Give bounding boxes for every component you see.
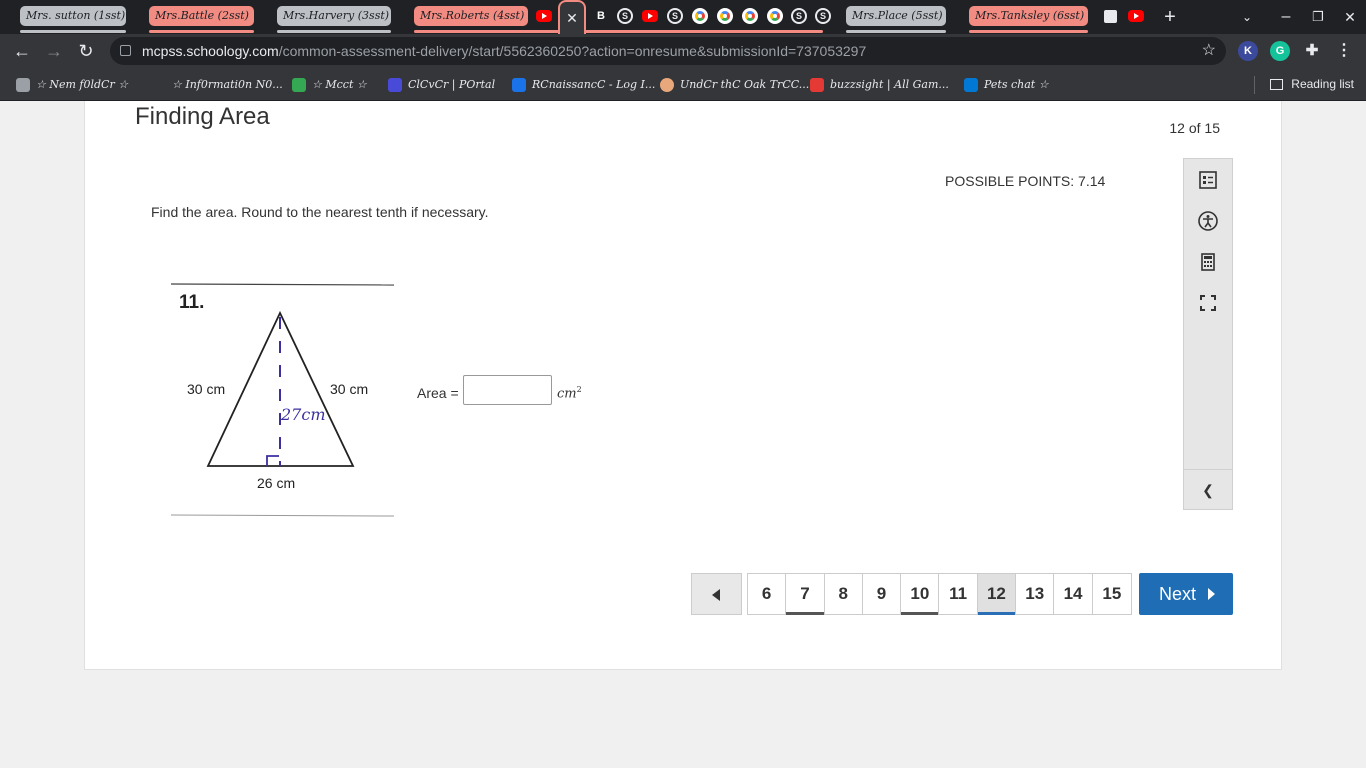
bold-b-icon[interactable]: B	[593, 8, 609, 24]
youtube-icon[interactable]	[642, 10, 658, 22]
tab-group-underline	[149, 30, 254, 33]
triangle-figure: 11. 30 cm 30 cm 26 cm 27cm	[171, 283, 394, 517]
right-angle-mark	[266, 455, 279, 466]
bookmark-item[interactable]: ClCvCr | POrtal	[388, 68, 495, 101]
reload-icon[interactable]: ↻	[74, 39, 98, 63]
page-15-button[interactable]: 15	[1092, 574, 1131, 614]
page-8-button[interactable]: 8	[824, 574, 863, 614]
tab-group-sutton[interactable]: Mrs. sutton (1sst)	[20, 6, 126, 26]
tab-group-battle[interactable]: Mrs.Battle (2sst)	[149, 6, 254, 26]
tab-group-underline	[969, 30, 1088, 33]
page-number-list: 6 7 8 9 10 11 12 13 14 15	[747, 573, 1132, 615]
renaissance-icon	[512, 78, 526, 92]
area-answer-input[interactable]	[463, 375, 552, 405]
tab-group-underline	[846, 30, 946, 33]
bookmarks-divider	[1254, 76, 1255, 94]
page-13-button[interactable]: 13	[1016, 574, 1055, 614]
unit-label: cm2	[557, 385, 582, 402]
accessibility-icon[interactable]	[1197, 210, 1219, 232]
lock-icon	[120, 45, 131, 56]
active-tab-close-button[interactable]: ✕	[558, 0, 586, 34]
schoology-icon[interactable]: S	[617, 8, 633, 24]
bookmark-item[interactable]: UndCr thC Oak TrCC...	[660, 68, 809, 101]
figure-top-rule	[171, 283, 394, 286]
left-side-label: 30 cm	[187, 381, 225, 397]
calculator-icon[interactable]	[1197, 251, 1219, 273]
tab-search-chevron-icon[interactable]: ⌄	[1237, 7, 1257, 27]
tab-group-underline	[414, 30, 823, 33]
grammarly-icon[interactable]: G	[1270, 41, 1290, 61]
browser-toolbar: ← → ↻ mcpss.schoology.com/common-assessm…	[0, 34, 1366, 68]
question-prompt: Find the area. Round to the nearest tent…	[151, 204, 489, 220]
url-text[interactable]: mcpss.schoology.com/common-assessment-de…	[142, 37, 866, 65]
tab-group-tanksley[interactable]: Mrs.Tanksley (6sst)	[969, 6, 1088, 26]
possible-points: POSSIBLE POINTS: 7.14	[945, 173, 1106, 189]
page-7-button[interactable]: 7	[786, 574, 825, 615]
bookmark-item[interactable]: Pets chat ☆	[964, 68, 1049, 101]
restore-icon[interactable]: ❐	[1308, 7, 1328, 27]
folder-icon	[16, 78, 30, 92]
bookmarks-bar: ☆ Nem f0ldCr ☆ ☆ Inf0rmati0n N0... ☆ Mcc…	[0, 68, 1366, 101]
menu-kebab-icon[interactable]: ⋮	[1334, 41, 1354, 61]
bookmark-item[interactable]: ☆ Inf0rmati0n N0...	[172, 68, 283, 101]
forward-icon[interactable]: →	[42, 39, 66, 63]
base-label: 26 cm	[257, 475, 295, 491]
area-label: Area =	[417, 385, 459, 401]
google-icon[interactable]	[717, 8, 733, 24]
fullscreen-icon[interactable]	[1197, 292, 1219, 314]
reading-list-icon	[1270, 79, 1284, 91]
clapper-icon[interactable]	[1104, 10, 1117, 23]
back-icon[interactable]: ←	[10, 39, 34, 63]
buzzsight-icon	[810, 78, 824, 92]
google-icon[interactable]	[742, 8, 758, 24]
bookmark-item[interactable]: ☆ Mcct ☆	[292, 68, 367, 101]
bookmark-folder[interactable]: ☆ Nem f0ldCr ☆	[16, 68, 128, 101]
outlook-icon	[964, 78, 978, 92]
google-icon[interactable]	[767, 8, 783, 24]
tab-group-harvery[interactable]: Mrs.Harvery (3sst)	[277, 6, 391, 26]
minimize-icon[interactable]: –	[1276, 7, 1296, 27]
extensions-puzzle-icon[interactable]: ✚	[1302, 41, 1322, 61]
google-icon[interactable]	[692, 8, 708, 24]
figure-bottom-rule	[171, 514, 394, 517]
right-side-label: 30 cm	[330, 381, 368, 397]
height-handwritten-label: 27cm	[280, 405, 326, 424]
tab-group-roberts[interactable]: Mrs.Roberts (4sst)	[414, 6, 528, 26]
figure-number: 11.	[179, 292, 204, 313]
next-button[interactable]: Next	[1139, 573, 1233, 615]
schoology-icon[interactable]: S	[815, 8, 831, 24]
page-10-button[interactable]: 10	[901, 574, 940, 615]
close-window-icon[interactable]: ✕	[1340, 7, 1360, 27]
tab-group-underline	[277, 30, 391, 33]
question-counter: 12 of 15	[1169, 120, 1220, 136]
address-bar[interactable]: mcpss.schoology.com/common-assessment-de…	[110, 37, 1226, 65]
page-14-button[interactable]: 14	[1054, 574, 1093, 614]
tab-group-place[interactable]: Mrs.Place (5sst)	[846, 6, 946, 26]
oak-tree-icon	[660, 78, 674, 92]
schoology-icon[interactable]: S	[667, 8, 683, 24]
youtube-icon[interactable]	[1128, 10, 1144, 22]
new-tab-button[interactable]: +	[1160, 7, 1180, 27]
meet-icon	[292, 78, 306, 92]
page-12-button[interactable]: 12	[977, 574, 1017, 615]
reading-list-button[interactable]: Reading list	[1270, 68, 1354, 101]
youtube-icon[interactable]	[536, 10, 552, 22]
bookmark-item[interactable]: buzzsight | All Gam...	[810, 68, 949, 101]
page-9-button[interactable]: 9	[862, 574, 902, 614]
bookmark-item[interactable]: RCnaissancC - Log I...	[512, 68, 655, 101]
collapse-tools-chevron-icon[interactable]: ❮	[1184, 469, 1232, 509]
assessment-card: Finding Area 12 of 15 POSSIBLE POINTS: 7…	[84, 101, 1282, 670]
tools-panel: ❮	[1183, 158, 1233, 510]
page-11-button[interactable]: 11	[939, 574, 978, 614]
page-6-button[interactable]: 6	[748, 574, 787, 614]
schoology-icon[interactable]: S	[791, 8, 807, 24]
tab-group-underline	[20, 30, 126, 33]
question-list-icon[interactable]	[1197, 169, 1219, 191]
clever-icon	[388, 78, 402, 92]
previous-button[interactable]	[691, 573, 742, 615]
page-title: Finding Area	[135, 103, 270, 130]
tab-strip: Mrs. sutton (1sst) Mrs.Battle (2sst) Mrs…	[0, 0, 1366, 34]
extension-k-icon[interactable]: K	[1238, 41, 1258, 61]
bookmark-star-icon[interactable]: ☆	[1202, 37, 1216, 65]
